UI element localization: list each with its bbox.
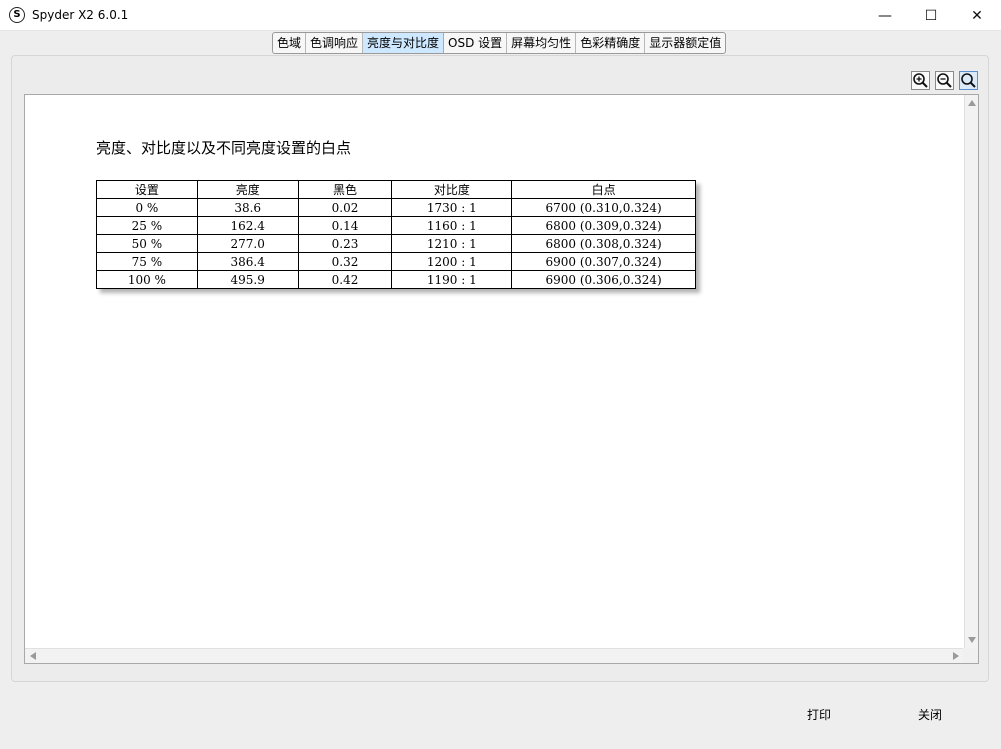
- table-cell: 1210 : 1: [391, 234, 513, 253]
- table-cell: 0 %: [96, 198, 198, 217]
- table-cell: 6700 (0.310,0.324): [511, 198, 696, 217]
- zoom-in-icon: [913, 73, 928, 88]
- report-tabs: 色域 色调响应 亮度与对比度 OSD 设置 屏幕均匀性 色彩精确度 显示器额定值: [272, 32, 727, 54]
- tab-screen-uniformity[interactable]: 屏幕均匀性: [507, 33, 577, 53]
- table-cell: 1160 : 1: [391, 216, 513, 235]
- zoom-in-button[interactable]: [911, 71, 930, 90]
- horizontal-scrollbar[interactable]: [25, 648, 964, 663]
- tab-gamut[interactable]: 色域: [273, 33, 307, 53]
- close-button[interactable]: 关闭: [897, 704, 963, 726]
- table-cell: 38.6: [196, 198, 299, 217]
- table-cell: 0.14: [297, 216, 393, 235]
- table-row: 25 % 162.4 0.14 1160 : 1 6800 (0.309,0.3…: [96, 216, 696, 235]
- report-title: 亮度、对比度以及不同亮度设置的白点: [96, 139, 352, 157]
- scroll-left-icon[interactable]: [30, 652, 36, 660]
- zoom-out-button[interactable]: [935, 71, 954, 90]
- table-cell: 1200 : 1: [391, 252, 513, 271]
- table-row: 75 % 386.4 0.32 1200 : 1 6900 (0.307,0.3…: [96, 252, 696, 271]
- table-cell: 386.4: [196, 252, 299, 271]
- column-header: 对比度: [391, 180, 513, 199]
- table-cell: 0.23: [297, 234, 393, 253]
- table-header-row: 设置 亮度 黑色 对比度 白点: [96, 180, 696, 199]
- table-cell: 100 %: [96, 270, 198, 289]
- table-cell: 0.42: [297, 270, 393, 289]
- tab-display-rating[interactable]: 显示器额定值: [645, 33, 725, 53]
- window-title: Spyder X2 6.0.1: [32, 8, 129, 22]
- brightness-contrast-table: 设置 亮度 黑色 对比度 白点 0 % 38.6 0.02 1730 : 1 6…: [96, 180, 696, 289]
- column-header: 设置: [96, 180, 198, 199]
- report-viewer: 亮度、对比度以及不同亮度设置的白点 设置 亮度 黑色 对比度 白点 0 % 38…: [24, 94, 979, 664]
- table-cell: 277.0: [196, 234, 299, 253]
- table-row: 0 % 38.6 0.02 1730 : 1 6700 (0.310,0.324…: [96, 198, 696, 217]
- table-cell: 75 %: [96, 252, 198, 271]
- table-cell: 495.9: [196, 270, 299, 289]
- table-row: 50 % 277.0 0.23 1210 : 1 6800 (0.308,0.3…: [96, 234, 696, 253]
- scroll-right-icon[interactable]: [953, 652, 959, 660]
- table-cell: 6800 (0.308,0.324): [511, 234, 696, 253]
- close-window-button[interactable]: ✕: [954, 0, 1000, 31]
- maximize-button[interactable]: ☐: [908, 0, 954, 31]
- table-cell: 50 %: [96, 234, 198, 253]
- table-cell: 162.4: [196, 216, 299, 235]
- column-header: 黑色: [297, 180, 393, 199]
- table-cell: 1730 : 1: [391, 198, 513, 217]
- scroll-up-icon[interactable]: [968, 100, 976, 106]
- table-cell: 0.32: [297, 252, 393, 271]
- tab-brightness-contrast[interactable]: 亮度与对比度: [363, 33, 445, 53]
- tab-tone-response[interactable]: 色调响应: [306, 33, 364, 53]
- table-cell: 6900 (0.307,0.324): [511, 252, 696, 271]
- title-bar: S Spyder X2 6.0.1 — ☐ ✕: [0, 0, 1001, 31]
- zoom-out-icon: [937, 73, 952, 88]
- table-cell: 6800 (0.309,0.324): [511, 216, 696, 235]
- zoom-fit-button[interactable]: [959, 71, 978, 90]
- table-cell: 1190 : 1: [391, 270, 513, 289]
- scroll-corner: [963, 648, 978, 663]
- table-cell: 0.02: [297, 198, 393, 217]
- tab-osd-settings[interactable]: OSD 设置: [444, 33, 508, 53]
- table-cell: 6900 (0.306,0.324): [511, 270, 696, 289]
- tab-color-accuracy[interactable]: 色彩精确度: [576, 33, 646, 53]
- column-header: 白点: [511, 180, 696, 199]
- scroll-down-icon[interactable]: [968, 637, 976, 643]
- column-header: 亮度: [196, 180, 299, 199]
- zoom-fit-icon: [961, 73, 976, 88]
- minimize-button[interactable]: —: [862, 0, 908, 31]
- table-row: 100 % 495.9 0.42 1190 : 1 6900 (0.306,0.…: [96, 270, 696, 289]
- print-button[interactable]: 打印: [786, 704, 852, 726]
- table-cell: 25 %: [96, 216, 198, 235]
- vertical-scrollbar[interactable]: [964, 95, 978, 649]
- app-logo-icon: S: [9, 7, 25, 23]
